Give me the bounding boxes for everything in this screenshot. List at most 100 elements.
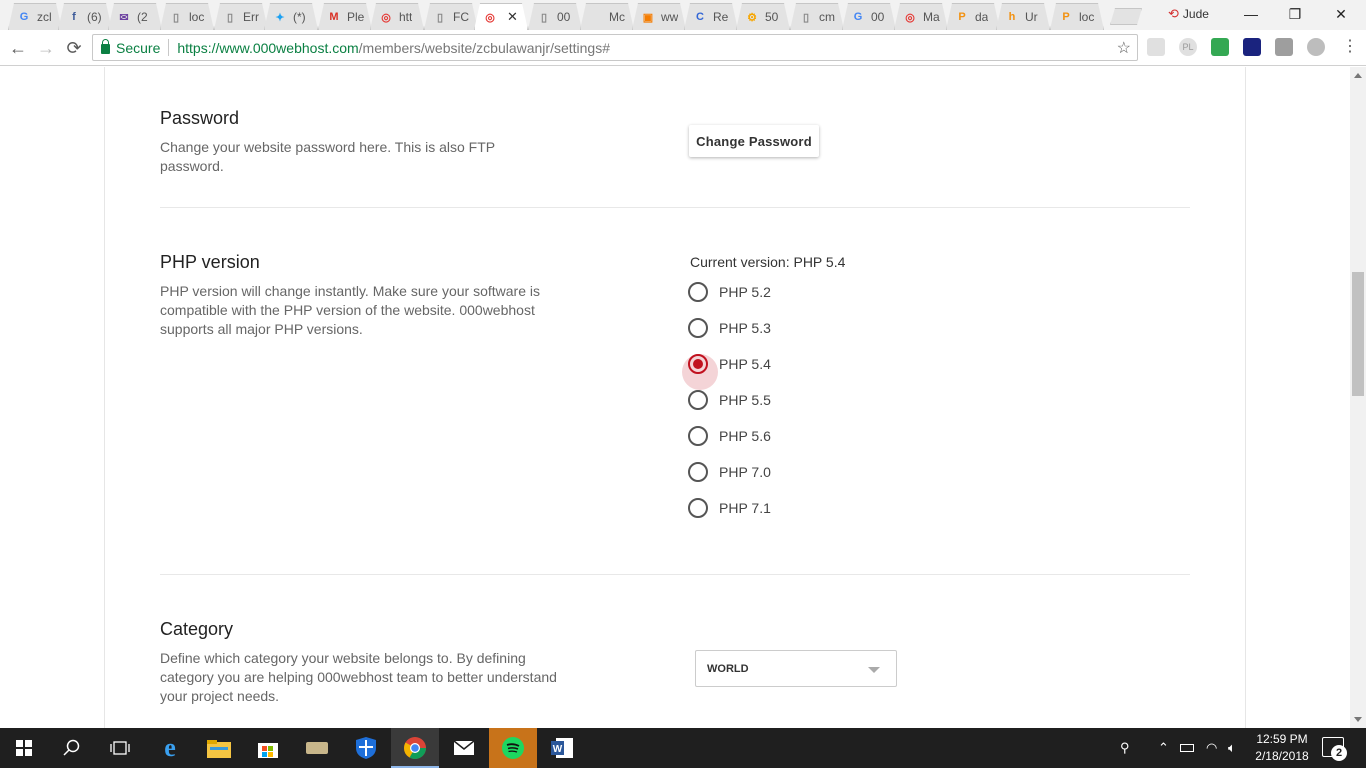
browser-tab-label: 00 bbox=[871, 10, 885, 24]
browser-toolbar: ← → ⟳ Secure https://www.000webhost.com /… bbox=[0, 30, 1366, 66]
php-version-option[interactable]: PHP 7.0 bbox=[688, 460, 771, 484]
browser-tab[interactable]: ▯ Err bbox=[214, 3, 268, 30]
browser-tab[interactable]: ▣ ww bbox=[632, 3, 686, 30]
php-version-option[interactable]: PHP 5.2 bbox=[688, 280, 771, 304]
browser-tab[interactable]: f (6) bbox=[58, 3, 112, 30]
browser-tab[interactable]: G 00 bbox=[842, 3, 896, 30]
browser-tab[interactable]: ✦ (*) bbox=[264, 3, 318, 30]
extension-drive-icon[interactable] bbox=[1211, 38, 1229, 56]
windows-logo-icon bbox=[16, 740, 32, 756]
password-title: Password bbox=[160, 108, 240, 128]
php-version-label: PHP 5.2 bbox=[719, 284, 771, 300]
system-clock[interactable]: 12:59 PM 2/18/2018 bbox=[1250, 731, 1314, 765]
restore-button[interactable]: ❐ bbox=[1272, 0, 1318, 28]
radio-unchecked-icon[interactable] bbox=[688, 390, 708, 410]
browser-menu-icon[interactable]: ⋮ bbox=[1342, 36, 1358, 56]
extension-print-icon[interactable] bbox=[1147, 38, 1165, 56]
scroll-down-arrow-icon[interactable] bbox=[1354, 717, 1362, 722]
page-icon: ▯ bbox=[226, 11, 234, 24]
php-version-label: PHP 7.0 bbox=[719, 464, 771, 480]
browser-tab[interactable]: ▯ cm bbox=[790, 3, 844, 30]
browser-tab[interactable]: ◎ ✕ bbox=[474, 3, 528, 30]
chrome-app[interactable] bbox=[391, 728, 439, 768]
app-scanner[interactable] bbox=[293, 728, 341, 768]
task-view-button[interactable] bbox=[96, 728, 144, 768]
scrollbar-thumb[interactable] bbox=[1352, 272, 1364, 396]
spotify-app[interactable] bbox=[489, 728, 537, 768]
file-explorer-app[interactable] bbox=[195, 728, 243, 768]
radio-unchecked-icon[interactable] bbox=[688, 462, 708, 482]
php-version-option[interactable]: PHP 5.6 bbox=[688, 424, 771, 448]
radio-checked-icon[interactable] bbox=[682, 354, 718, 390]
forward-button[interactable]: → bbox=[34, 36, 58, 60]
browser-tab[interactable]: Gzcl bbox=[8, 3, 62, 30]
webhost-icon: ◎ bbox=[381, 11, 391, 24]
php-version-option[interactable]: PHP 7.1 bbox=[688, 496, 771, 520]
show-hidden-icons-button[interactable]: ⌃ bbox=[1158, 728, 1169, 768]
edge-app[interactable]: e bbox=[146, 728, 194, 768]
people-button[interactable]: ⚲ bbox=[1120, 728, 1130, 768]
gmail-icon: M bbox=[329, 11, 339, 23]
radio-unchecked-icon[interactable] bbox=[688, 498, 708, 518]
page-icon: ▯ bbox=[540, 11, 548, 24]
reload-button[interactable]: ⟳ bbox=[62, 36, 86, 60]
browser-tab[interactable]: M Ple bbox=[318, 3, 372, 30]
extension-dark-icon[interactable] bbox=[1243, 38, 1261, 56]
volume-icon: 🔈︎ bbox=[1228, 740, 1236, 755]
browser-tab[interactable]: Pda bbox=[946, 3, 1000, 30]
back-button[interactable]: ← bbox=[6, 36, 30, 60]
php-version-option[interactable]: PHP 5.5 bbox=[688, 388, 771, 412]
bookmark-star-icon[interactable]: ☆ bbox=[1117, 38, 1131, 58]
pma-icon: P bbox=[958, 11, 966, 23]
blank-icon bbox=[589, 10, 603, 24]
mail-app[interactable] bbox=[440, 728, 488, 768]
page-scrollbar[interactable] bbox=[1350, 67, 1366, 728]
browser-tab[interactable]: ◎ Ma bbox=[894, 3, 948, 30]
extension-globe-icon[interactable] bbox=[1307, 38, 1325, 56]
close-window-button[interactable]: ✕ bbox=[1318, 0, 1364, 28]
profile-button[interactable]: ⟲ Jude bbox=[1168, 6, 1209, 22]
browser-tab[interactable]: ▯ FC bbox=[424, 3, 478, 30]
url-path: /members/website/zcbulawanjr/settings# bbox=[358, 39, 611, 56]
browser-tab-label: da bbox=[975, 10, 989, 24]
start-button[interactable] bbox=[0, 728, 48, 768]
current-php-version: Current version: PHP 5.4 bbox=[690, 254, 846, 270]
store-app[interactable] bbox=[244, 728, 292, 768]
browser-tab[interactable]: ⚙ 50 bbox=[736, 3, 790, 30]
radio-unchecked-icon[interactable] bbox=[688, 282, 708, 302]
radio-unchecked-icon[interactable] bbox=[688, 318, 708, 338]
address-bar[interactable]: Secure https://www.000webhost.com/member… bbox=[92, 34, 1138, 61]
php-version-option[interactable]: PHP 5.4 bbox=[682, 352, 771, 390]
google-icon: G bbox=[19, 11, 29, 23]
wifi-button[interactable]: ◠ bbox=[1206, 728, 1217, 768]
scroll-up-arrow-icon[interactable] bbox=[1354, 73, 1362, 78]
defender-app[interactable] bbox=[342, 728, 390, 768]
minimize-button[interactable]: — bbox=[1228, 0, 1274, 28]
close-tab-icon[interactable]: ✕ bbox=[507, 9, 518, 25]
browser-tab[interactable]: ◎ htt bbox=[370, 3, 424, 30]
browser-tab[interactable]: ▯ loc bbox=[160, 3, 214, 30]
browser-tab[interactable]: Ploc bbox=[1050, 3, 1104, 30]
google-icon: G bbox=[853, 11, 863, 23]
secure-indicator[interactable]: Secure bbox=[101, 39, 170, 56]
browser-tab-label: Err bbox=[243, 10, 259, 24]
pma-icon: P bbox=[1062, 11, 1070, 23]
new-tab-button[interactable] bbox=[1110, 8, 1142, 25]
browser-tab[interactable]: h Ur bbox=[996, 3, 1050, 30]
twitter-icon: ✦ bbox=[275, 11, 285, 24]
extension-people-icon[interactable] bbox=[1275, 38, 1293, 56]
browser-tab[interactable]: ▯ 00 bbox=[528, 3, 582, 30]
category-select[interactable]: WORLD bbox=[695, 650, 897, 687]
browser-tab[interactable]: Mc bbox=[580, 3, 634, 30]
change-password-button[interactable]: Change Password bbox=[689, 125, 819, 157]
volume-button[interactable]: 🔈︎ bbox=[1228, 728, 1236, 768]
radio-unchecked-icon[interactable] bbox=[688, 426, 708, 446]
browser-tab[interactable]: C Re bbox=[684, 3, 738, 30]
browser-tab[interactable]: ✉ (2 bbox=[108, 3, 162, 30]
search-button[interactable] bbox=[48, 728, 96, 768]
chevron-up-icon: ⌃ bbox=[1158, 740, 1169, 755]
url-host: https://www.000webhost.com bbox=[177, 39, 359, 56]
word-app[interactable]: W bbox=[538, 728, 586, 768]
battery-button[interactable] bbox=[1180, 728, 1194, 768]
php-version-option[interactable]: PHP 5.3 bbox=[688, 316, 771, 340]
